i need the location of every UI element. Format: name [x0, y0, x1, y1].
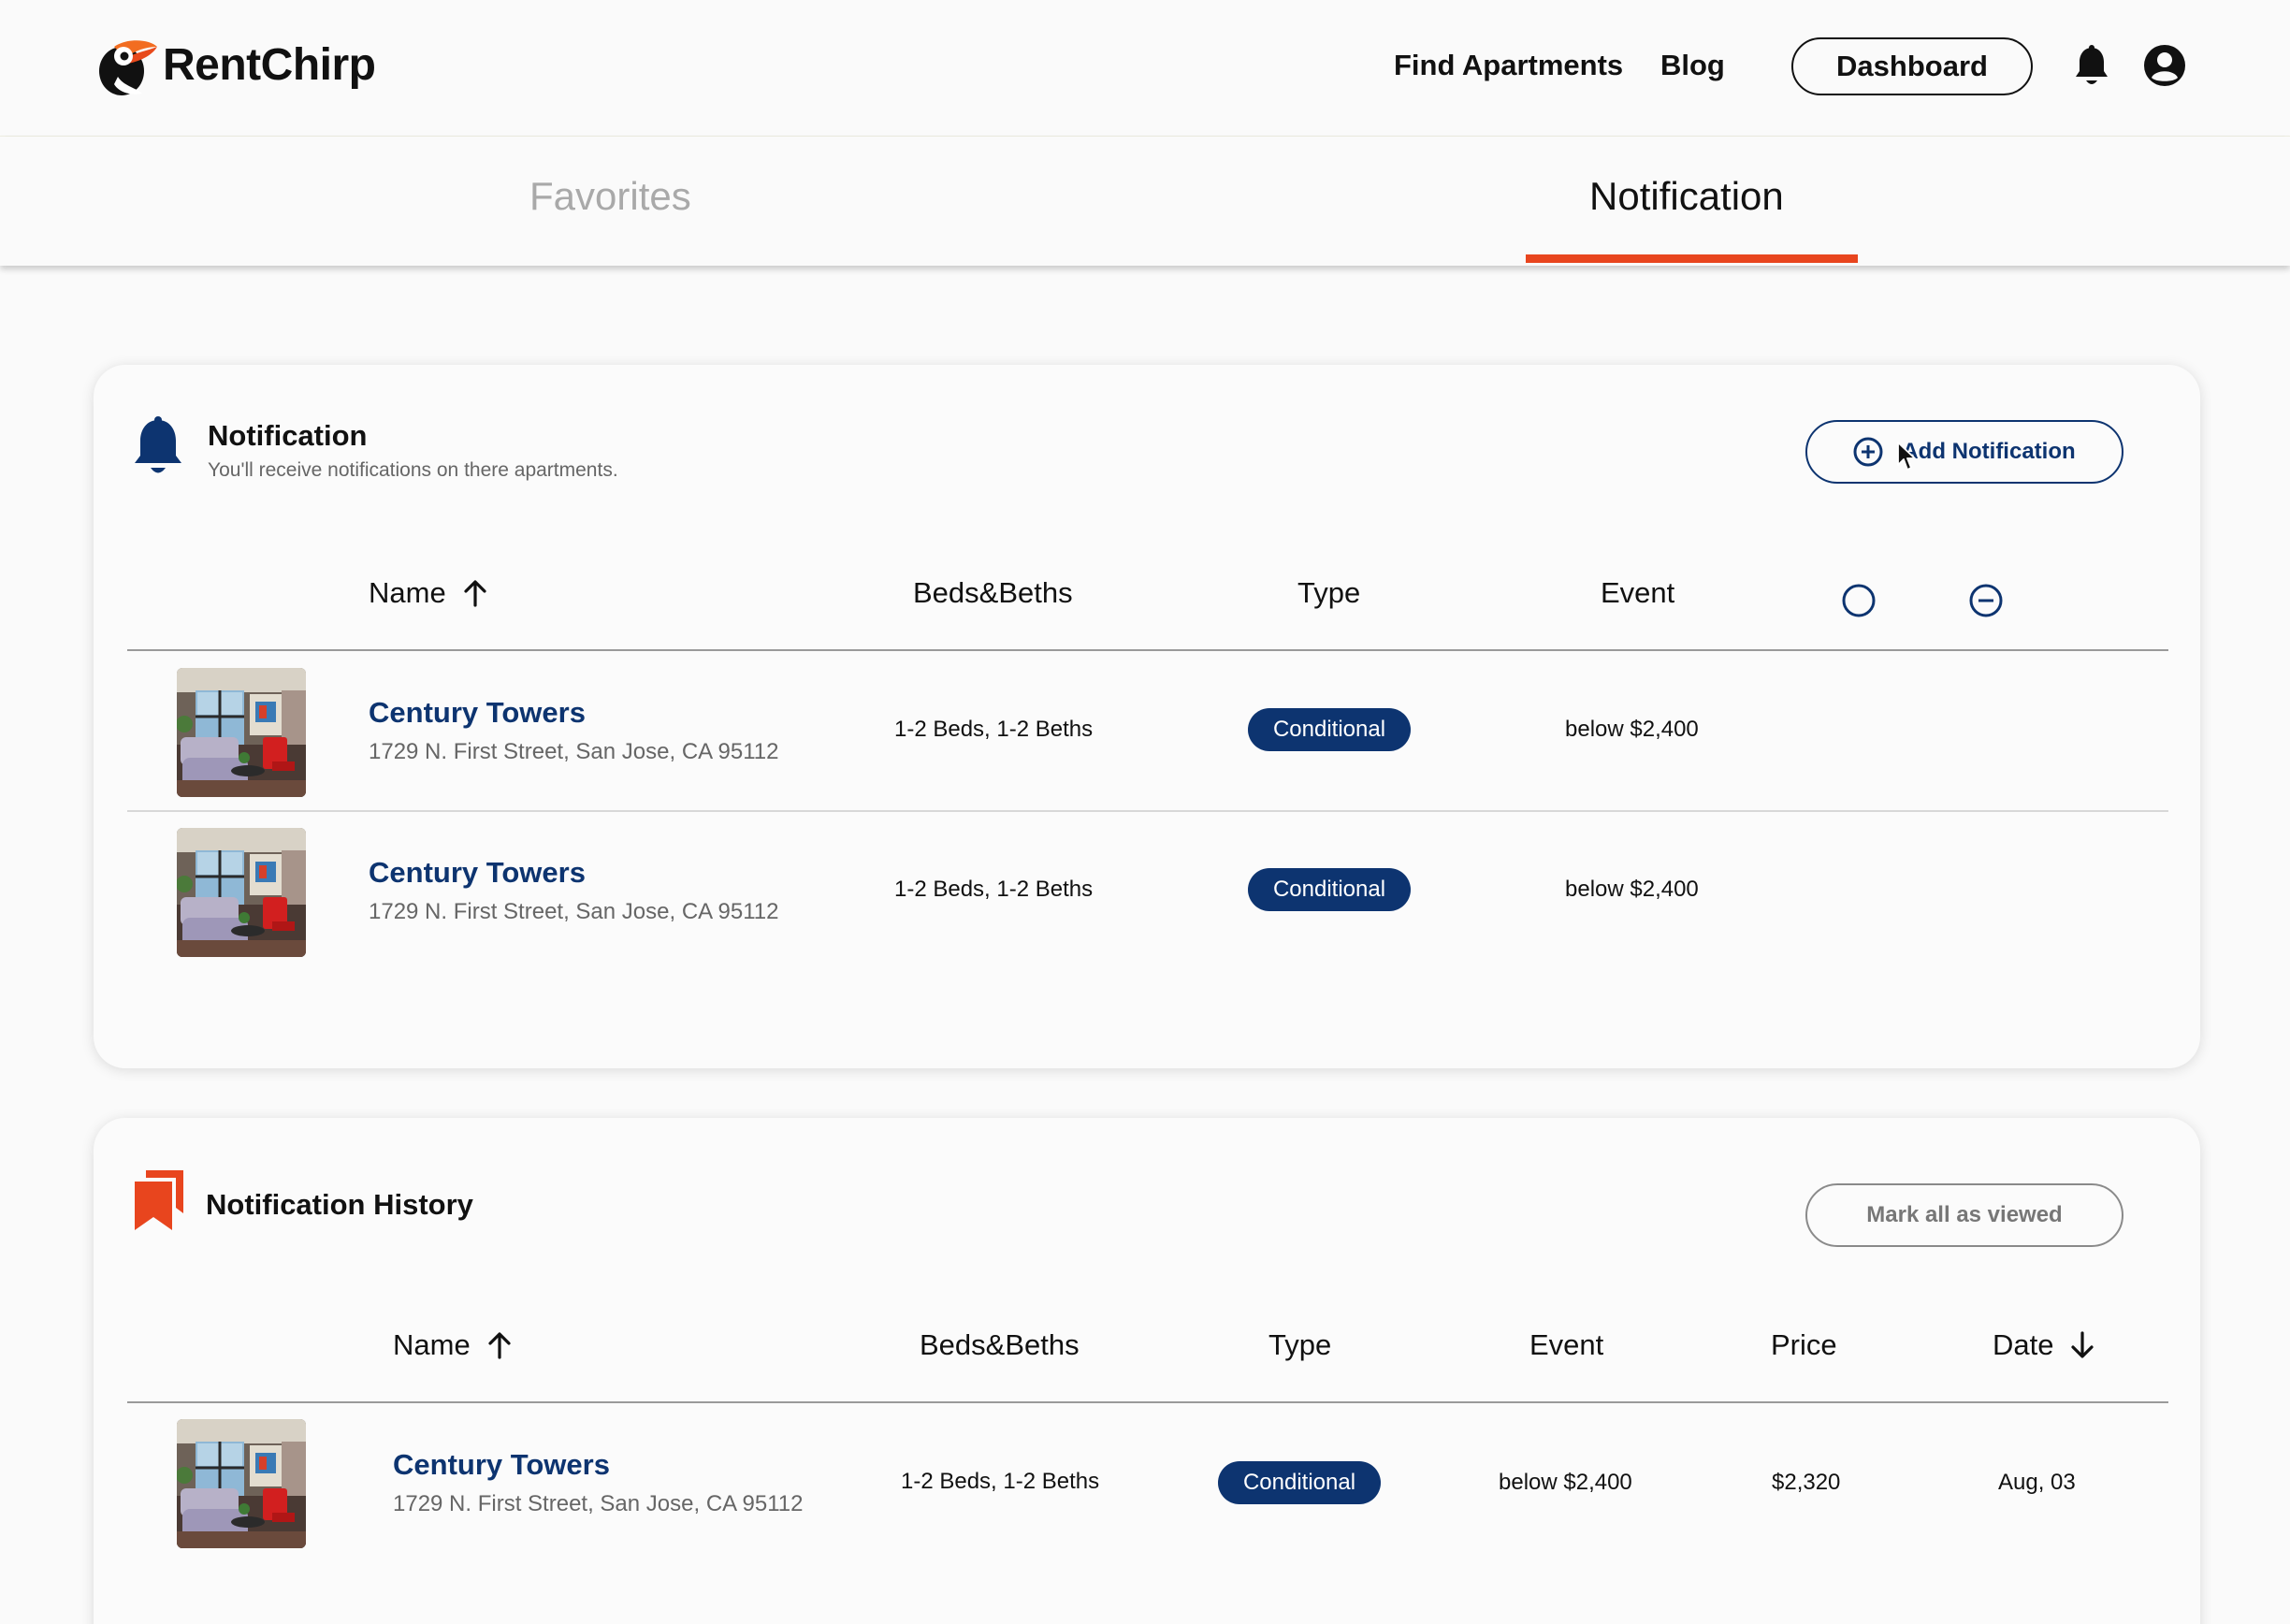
toucan-logo-icon — [95, 32, 159, 97]
table-header-divider — [127, 1401, 2168, 1403]
column-header-type: Type — [1268, 1328, 1331, 1362]
column-header-type: Type — [1297, 576, 1360, 610]
date-value: Aug, 03 — [1998, 1470, 2076, 1495]
mouse-pointer-icon — [1896, 441, 1917, 472]
column-header-event: Event — [1601, 576, 1674, 610]
beds-baths-value: 1-2 Beds, 1-2 Beths — [894, 877, 1094, 902]
column-header-date[interactable]: Date — [1993, 1328, 2094, 1362]
notification-history-title: Notification History — [206, 1188, 473, 1221]
beds-baths-value: 1-2 Beds, 1-2 Beths — [894, 717, 1094, 742]
plus-circle-icon — [1853, 437, 1883, 467]
beds-baths-value: 1-2 Beds, 1-2 Beths — [901, 1469, 1100, 1494]
apartment-name[interactable]: Century Towers — [369, 696, 586, 730]
apartment-name[interactable]: Century Towers — [393, 1448, 610, 1482]
column-name-label: Name — [369, 576, 446, 609]
remove-circle-icon[interactable] — [1968, 583, 2004, 618]
brand-name: RentChirp — [163, 39, 376, 90]
dashboard-label: Dashboard — [1836, 50, 1988, 82]
type-badge: Conditional — [1248, 708, 1411, 751]
column-header-price: Price — [1771, 1328, 1837, 1362]
column-beds-label: Beds&Beths — [913, 576, 1073, 609]
column-beds-label: Beds&Beths — [920, 1328, 1080, 1361]
column-header-name[interactable]: Name — [369, 576, 487, 610]
notification-card: Notification You'll receive notification… — [94, 365, 2200, 1068]
column-header-event: Event — [1529, 1328, 1603, 1362]
nav-blog[interactable]: Blog — [1660, 49, 1725, 82]
column-type-label: Type — [1268, 1328, 1332, 1361]
bell-icon — [133, 416, 183, 478]
select-all-circle-icon[interactable] — [1841, 583, 1877, 618]
table-header-divider — [127, 649, 2168, 651]
sort-ascending-icon[interactable] — [463, 579, 487, 607]
apartment-address: 1729 N. First Street, San Jose, CA 95112 — [393, 1491, 804, 1516]
add-notification-label: Add Notification — [1902, 439, 2076, 464]
dashboard-button[interactable]: Dashboard — [1791, 37, 2033, 95]
column-header-beds: Beds&Beths — [913, 576, 1073, 610]
column-type-label: Type — [1297, 576, 1361, 609]
column-event-label: Event — [1601, 576, 1675, 609]
event-value: below $2,400 — [1499, 1470, 1632, 1495]
bell-icon[interactable] — [2074, 45, 2109, 88]
apartment-thumbnail[interactable] — [177, 1419, 306, 1548]
mark-all-viewed-label: Mark all as viewed — [1866, 1202, 2063, 1227]
notification-subtitle: You'll receive notifications on there ap… — [208, 459, 618, 481]
column-price-label: Price — [1771, 1328, 1837, 1361]
tab-bar: Favorites Notification — [0, 137, 2290, 266]
notification-history-card: Notification History Mark all as viewed … — [94, 1118, 2200, 1624]
column-name-label: Name — [393, 1328, 471, 1361]
tab-notification[interactable]: Notification — [1589, 174, 1784, 219]
column-header-beds: Beds&Beths — [920, 1328, 1080, 1362]
add-notification-button[interactable]: Add Notification — [1805, 420, 2123, 484]
type-badge: Conditional — [1248, 868, 1411, 911]
brand-logo[interactable]: RentChirp — [95, 32, 376, 97]
account-circle-icon[interactable] — [2143, 44, 2186, 87]
event-value: below $2,400 — [1565, 717, 1699, 742]
tab-favorites[interactable]: Favorites — [529, 174, 691, 219]
nav-find-apartments[interactable]: Find Apartments — [1394, 49, 1623, 82]
bookmarks-icon — [133, 1170, 185, 1230]
notification-title: Notification — [208, 419, 368, 452]
type-badge: Conditional — [1218, 1461, 1381, 1504]
column-date-label: Date — [1993, 1328, 2054, 1361]
apartment-thumbnail[interactable] — [177, 828, 306, 957]
apartment-thumbnail[interactable] — [177, 668, 306, 797]
apartment-address: 1729 N. First Street, San Jose, CA 95112 — [369, 899, 779, 924]
sort-ascending-icon[interactable] — [487, 1331, 512, 1359]
price-value: $2,320 — [1772, 1470, 1841, 1495]
event-value: below $2,400 — [1565, 877, 1699, 902]
column-event-label: Event — [1529, 1328, 1604, 1361]
sort-descending-icon[interactable] — [2070, 1331, 2094, 1359]
apartment-name[interactable]: Century Towers — [369, 856, 586, 890]
top-navigation: RentChirp Find Apartments Blog Dashboard — [0, 0, 2290, 137]
row-divider — [127, 810, 2168, 812]
apartment-address: 1729 N. First Street, San Jose, CA 95112 — [369, 739, 779, 764]
active-tab-indicator — [1526, 254, 1858, 263]
mark-all-viewed-button[interactable]: Mark all as viewed — [1805, 1183, 2123, 1247]
column-header-name[interactable]: Name — [393, 1328, 512, 1362]
